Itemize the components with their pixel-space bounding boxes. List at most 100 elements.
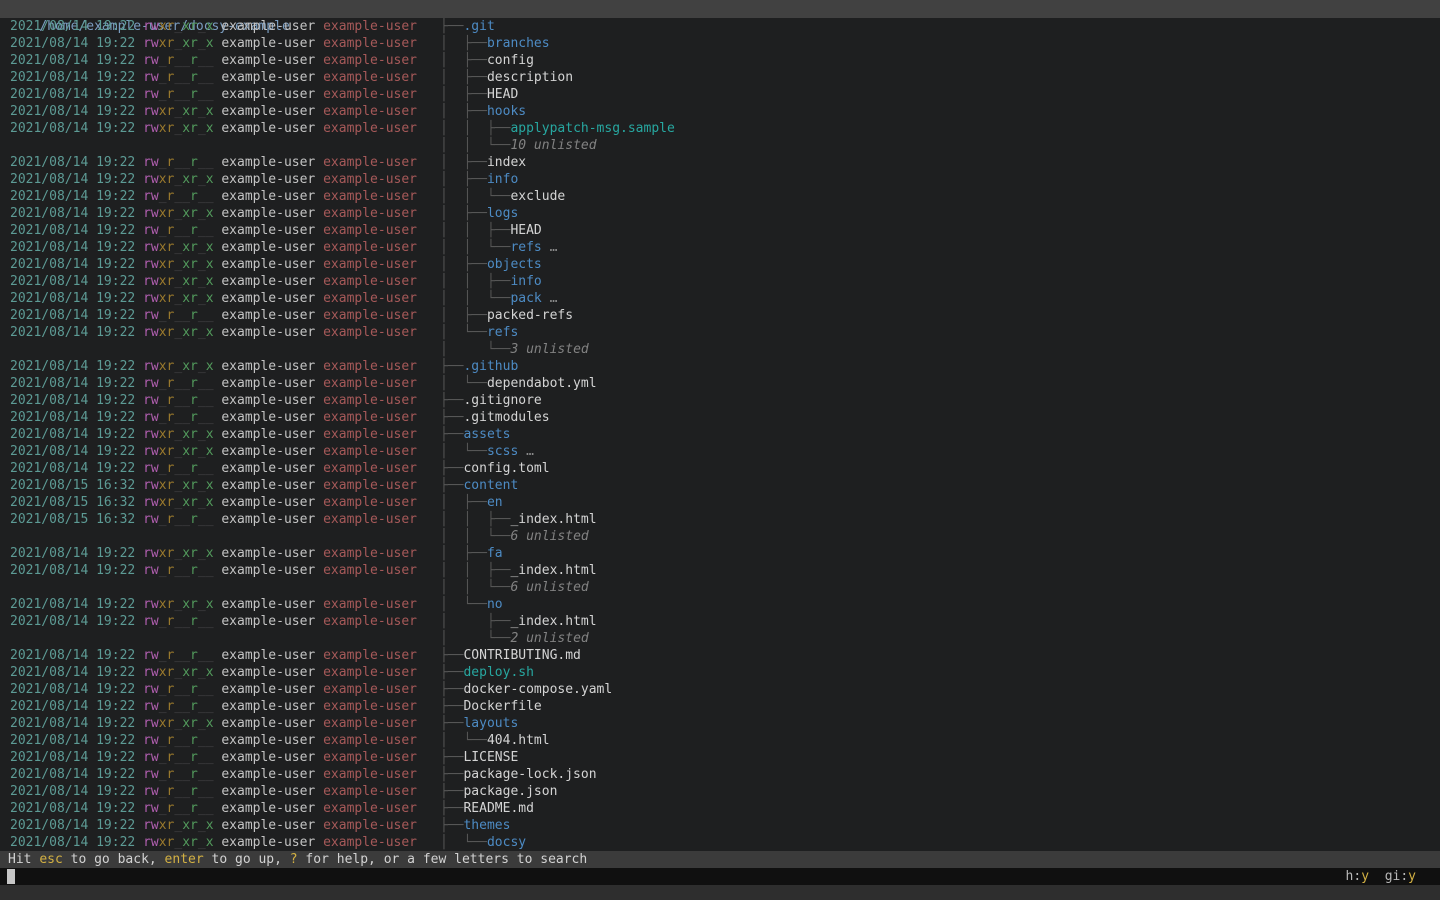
tree-row[interactable]: 2021/08/15 16:32 rwxr_xr_x example-user … [0,477,1440,494]
tree-row[interactable]: 2021/08/14 19:22 rw_r__r__ example-user … [0,647,1440,664]
file-name[interactable]: docker-compose.yaml [463,682,612,697]
tree-row[interactable]: 2021/08/14 19:22 rwxr_xr_x example-user … [0,205,1440,222]
tree-row[interactable]: 2021/08/14 19:22 rw_r__r__ example-user … [0,375,1440,392]
tree-row[interactable]: 2021/08/14 19:22 rw_r__r__ example-user … [0,86,1440,103]
file-name[interactable]: CONTRIBUTING.md [463,648,580,663]
file-name[interactable]: HEAD [487,87,518,102]
tree-row[interactable]: 2021/08/14 19:22 rwxr_xr_x example-user … [0,256,1440,273]
tree-row[interactable]: 2021/08/15 16:32 rw_r__r__ example-user … [0,511,1440,528]
file-name[interactable]: docsy [487,835,526,850]
file-name[interactable]: logs [487,206,518,221]
file-name[interactable]: no [487,597,503,612]
tree-row[interactable]: │ │ └──10 unlisted [0,137,1440,154]
tree-row[interactable]: 2021/08/14 19:22 rw_r__r__ example-user … [0,52,1440,69]
file-name[interactable]: HEAD [510,223,541,238]
tree-row[interactable]: 2021/08/14 19:22 rw_r__r__ example-user … [0,409,1440,426]
file-name[interactable]: content [463,478,518,493]
file-name[interactable]: README.md [463,801,533,816]
file-name[interactable]: _index.html [510,512,596,527]
file-name[interactable]: objects [487,257,542,272]
tree-row[interactable]: 2021/08/14 19:22 rw_r__r__ example-user … [0,766,1440,783]
file-name[interactable]: _index.html [510,563,596,578]
file-name[interactable]: .gitmodules [463,410,549,425]
file-name[interactable]: info [510,274,541,289]
tree-row[interactable]: 2021/08/14 19:22 rw_r__r__ example-user … [0,732,1440,749]
tree-row[interactable]: 2021/08/14 19:22 rwxr_xr_x example-user … [0,239,1440,256]
tree-row[interactable]: 2021/08/14 19:22 rw_r__r__ example-user … [0,800,1440,817]
file-name[interactable]: packed-refs [487,308,573,323]
tree-row[interactable]: 2021/08/14 19:22 rw_r__r__ example-user … [0,222,1440,239]
file-name[interactable]: refs [510,240,541,255]
tree-panel[interactable]: 2021/08/14 19:22 rwxr_xr_x example-user … [0,18,1440,851]
tree-row[interactable]: │ └──3 unlisted [0,341,1440,358]
file-name[interactable]: applypatch-msg.sample [510,121,674,136]
tree-row[interactable]: 2021/08/14 19:22 rwxr_xr_x example-user … [0,324,1440,341]
tree-row[interactable]: │ │ └──6 unlisted [0,579,1440,596]
file-name[interactable]: refs [487,325,518,340]
tree-row[interactable]: 2021/08/14 19:22 rwxr_xr_x example-user … [0,817,1440,834]
tree-row[interactable]: 2021/08/14 19:22 rwxr_xr_x example-user … [0,596,1440,613]
file-name[interactable]: package-lock.json [463,767,596,782]
tree-row[interactable]: 2021/08/14 19:22 rw_r__r__ example-user … [0,613,1440,630]
file-name[interactable]: en [487,495,503,510]
file-name[interactable]: themes [463,818,510,833]
file-name[interactable]: dependabot.yml [487,376,597,391]
text-cursor[interactable] [7,869,15,884]
file-name[interactable]: config.toml [463,461,549,476]
tree-row[interactable]: 2021/08/14 19:22 rwxr_xr_x example-user … [0,664,1440,681]
file-name[interactable]: .git [463,19,494,34]
tree-row[interactable]: 2021/08/14 19:22 rw_r__r__ example-user … [0,392,1440,409]
tree-row[interactable]: 2021/08/14 19:22 rwxr_xr_x example-user … [0,715,1440,732]
tree-row[interactable]: 2021/08/14 19:22 rw_r__r__ example-user … [0,188,1440,205]
file-name[interactable]: config [487,53,534,68]
file-name[interactable]: .gitignore [463,393,541,408]
file-name[interactable]: index [487,155,526,170]
tree-row[interactable]: 2021/08/14 19:22 rw_r__r__ example-user … [0,307,1440,324]
file-name[interactable]: _index.html [510,614,596,629]
tree-row[interactable]: 2021/08/14 19:22 rw_r__r__ example-user … [0,681,1440,698]
tree-row[interactable]: 2021/08/14 19:22 rwxr_xr_x example-user … [0,426,1440,443]
file-name[interactable]: scss [487,444,518,459]
tree-row[interactable]: 2021/08/14 19:22 rwxr_xr_x example-user … [0,35,1440,52]
tree-row[interactable]: │ │ └──6 unlisted [0,528,1440,545]
file-name[interactable]: exclude [510,189,565,204]
file-name[interactable]: fa [487,546,503,561]
file-name[interactable]: assets [463,427,510,442]
file-group: example-user [323,495,417,510]
tree-row[interactable]: 2021/08/14 19:22 rwxr_xr_x example-user … [0,171,1440,188]
file-name[interactable]: deploy.sh [463,665,533,680]
tree-row[interactable]: 2021/08/14 19:22 rw_r__r__ example-user … [0,154,1440,171]
tree-row[interactable]: 2021/08/14 19:22 rw_r__r__ example-user … [0,698,1440,715]
file-name[interactable]: package.json [463,784,557,799]
tree-row[interactable]: 2021/08/14 19:22 rwxr_xr_x example-user … [0,834,1440,851]
tree-branch-lines: ├── [440,648,463,663]
tree-row[interactable]: 2021/08/14 19:22 rw_r__r__ example-user … [0,749,1440,766]
search-input[interactable]: h:y gi:y [0,868,1440,885]
tree-row[interactable]: 2021/08/14 19:22 rw_r__r__ example-user … [0,562,1440,579]
file-name[interactable]: .github [463,359,518,374]
file-group: example-user [323,682,417,697]
tree-row[interactable]: 2021/08/14 19:22 rw_r__r__ example-user … [0,69,1440,86]
tree-row[interactable]: 2021/08/14 19:22 rwxr_xr_x example-user … [0,103,1440,120]
tree-row[interactable]: 2021/08/14 19:22 rwxr_xr_x example-user … [0,273,1440,290]
tree-row[interactable]: 2021/08/14 19:22 rwxr_xr_x example-user … [0,545,1440,562]
file-name[interactable]: 404.html [487,733,550,748]
tree-row[interactable]: 2021/08/14 19:22 rw_r__r__ example-user … [0,460,1440,477]
file-name[interactable]: pack [510,291,541,306]
file-name[interactable]: Dockerfile [463,699,541,714]
tree-row[interactable]: 2021/08/14 19:22 rwxr_xr_x example-user … [0,290,1440,307]
file-name[interactable]: info [487,172,518,187]
tree-row[interactable]: │ └──2 unlisted [0,630,1440,647]
tree-row[interactable]: 2021/08/15 16:32 rwxr_xr_x example-user … [0,494,1440,511]
file-name[interactable]: branches [487,36,550,51]
file-name[interactable]: hooks [487,104,526,119]
tree-row[interactable]: 2021/08/14 19:22 rwxr_xr_x example-user … [0,120,1440,137]
tree-row[interactable]: 2021/08/14 19:22 rwxr_xr_x example-user … [0,358,1440,375]
file-name[interactable]: description [487,70,573,85]
file-owner: example-user [214,410,324,425]
tree-row[interactable]: 2021/08/14 19:22 rw_r__r__ example-user … [0,783,1440,800]
file-name[interactable]: LICENSE [463,750,518,765]
tree-row[interactable]: 2021/08/14 19:22 rwxr_xr_x example-user … [0,18,1440,35]
file-name[interactable]: layouts [463,716,518,731]
tree-row[interactable]: 2021/08/14 19:22 rwxr_xr_x example-user … [0,443,1440,460]
